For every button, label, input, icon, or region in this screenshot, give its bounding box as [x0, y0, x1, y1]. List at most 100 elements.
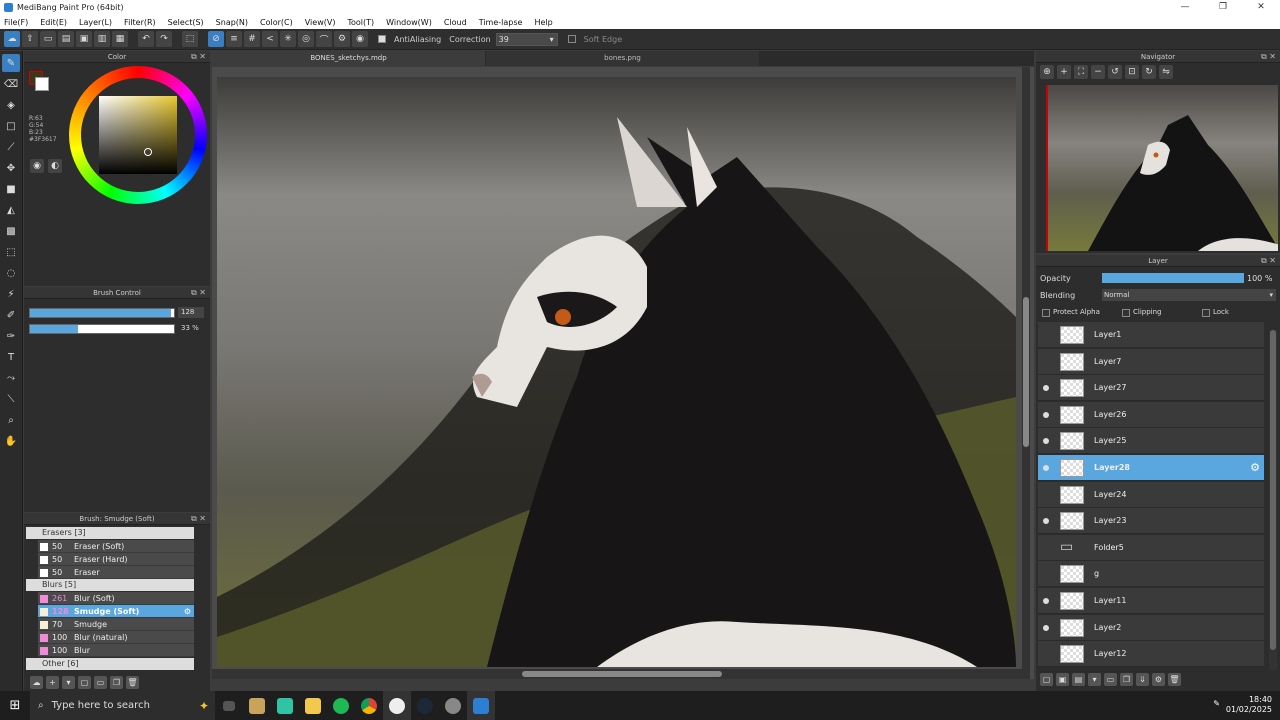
- brush-group-blurs[interactable]: Blurs [5]: [26, 579, 194, 591]
- spotify-icon[interactable]: [327, 691, 355, 720]
- color-mode-icon[interactable]: ◐: [48, 159, 62, 173]
- page-icon[interactable]: ▥: [94, 31, 110, 47]
- brush-size-value[interactable]: 128: [178, 307, 204, 318]
- undo-icon[interactable]: ↶: [138, 31, 154, 47]
- layer-row[interactable]: Layer25: [1038, 428, 1264, 455]
- brush-group-other[interactable]: Other [6]: [26, 658, 194, 670]
- new-layer-icon[interactable]: ▢: [1040, 673, 1053, 686]
- menu-filter[interactable]: Filter(R): [124, 18, 156, 27]
- tab-bones-png[interactable]: bones.png: [486, 51, 759, 66]
- gradient-icon[interactable]: ▩: [2, 222, 20, 240]
- blending-select[interactable]: Normal ▾: [1102, 289, 1276, 301]
- lock-checkbox[interactable]: [1202, 309, 1210, 317]
- flip-icon[interactable]: ⇋: [1159, 65, 1173, 79]
- steam-icon[interactable]: [411, 691, 439, 720]
- actual-size-icon[interactable]: ⛶: [1074, 65, 1088, 79]
- save-icon[interactable]: ▣: [76, 31, 92, 47]
- layer-row[interactable]: ▭ Folder5: [1038, 534, 1264, 561]
- grid-icon[interactable]: ▦: [112, 31, 128, 47]
- visibility-eye-icon[interactable]: [1043, 465, 1049, 471]
- visibility-eye-icon[interactable]: [1043, 518, 1049, 525]
- add-layer-menu-icon[interactable]: ▾: [1088, 673, 1101, 686]
- brush-tool-icon[interactable]: ✎: [2, 54, 20, 72]
- add-brush-icon[interactable]: +: [46, 675, 59, 689]
- move-tool-icon[interactable]: ✥: [2, 159, 20, 177]
- magic-wand-icon[interactable]: ⚡: [2, 285, 20, 303]
- navigator-preview[interactable]: [1046, 85, 1278, 251]
- visibility-eye-icon[interactable]: [1043, 385, 1049, 392]
- snap-parallel-icon[interactable]: ≡: [226, 31, 242, 47]
- eraser-tool-icon[interactable]: ⌫: [2, 75, 20, 93]
- select-eraser-icon[interactable]: ✑: [2, 327, 20, 345]
- new-8bit-layer-icon[interactable]: ▤: [1072, 673, 1085, 686]
- brush-item-selected[interactable]: 128 Smudge (Soft) ⚙: [38, 605, 194, 618]
- chrome-icon[interactable]: [355, 691, 383, 720]
- windows-start-icon[interactable]: ⊞: [0, 691, 30, 720]
- cloud-icon[interactable]: ☁: [4, 31, 20, 47]
- panel-close-icon[interactable]: ⧉ ✕: [1261, 51, 1276, 63]
- fill-rect-icon[interactable]: ■: [2, 180, 20, 198]
- taskbar-search[interactable]: ⌕ Type here to search ✦: [30, 691, 215, 720]
- app-icon-1[interactable]: [243, 691, 271, 720]
- layer-row[interactable]: Layer24: [1038, 481, 1264, 508]
- layer-row[interactable]: g: [1038, 561, 1264, 588]
- new-folder-icon[interactable]: ▭: [1104, 673, 1117, 686]
- layer-row[interactable]: Layer7: [1038, 348, 1264, 375]
- panel-icon[interactable]: ▤: [58, 31, 74, 47]
- brush-item[interactable]: 50 Eraser (Soft): [38, 540, 194, 553]
- snap-off-icon[interactable]: ⊘: [208, 31, 224, 47]
- background-color-swatch[interactable]: [35, 77, 49, 91]
- visibility-eye-icon[interactable]: [1043, 624, 1049, 631]
- text-tool-icon[interactable]: T: [2, 348, 20, 366]
- menu-snap[interactable]: Snap(N): [216, 18, 248, 27]
- snap-settings-icon[interactable]: ⚙: [334, 31, 350, 47]
- redo-icon[interactable]: ↷: [156, 31, 172, 47]
- app-icon-3[interactable]: [383, 691, 411, 720]
- canvas-area[interactable]: [212, 67, 1034, 679]
- tab-bones-sketchys[interactable]: BONES_sketchys.mdp: [212, 51, 485, 66]
- layer-settings-icon[interactable]: ⚙: [1152, 673, 1165, 686]
- brush-item[interactable]: 100 Blur: [38, 644, 194, 657]
- snap-curve-icon[interactable]: ⌒: [316, 31, 332, 47]
- menu-window[interactable]: Window(W): [386, 18, 432, 27]
- menu-edit[interactable]: Edit(E): [40, 18, 67, 27]
- copy-icon[interactable]: ❐: [110, 675, 123, 689]
- duplicate-brush-icon[interactable]: ▢: [78, 675, 91, 689]
- visibility-eye-icon[interactable]: [1043, 411, 1049, 418]
- menu-view[interactable]: View(V): [305, 18, 336, 27]
- brush-opacity-slider[interactable]: [29, 324, 175, 334]
- zoom-fit-icon[interactable]: ⊕: [1040, 65, 1054, 79]
- brush-opacity-value[interactable]: 33 %: [178, 323, 204, 334]
- menu-file[interactable]: File(F): [4, 18, 28, 27]
- brush-size-slider[interactable]: [29, 308, 175, 318]
- layer-row[interactable]: Layer26: [1038, 401, 1264, 428]
- dot-eraser-icon[interactable]: ◈: [2, 96, 20, 114]
- deselect-icon[interactable]: ⬚: [182, 31, 198, 47]
- panel-close-icon[interactable]: ⧉ ✕: [191, 513, 206, 525]
- menu-cloud[interactable]: Cloud: [444, 18, 467, 27]
- layer-row[interactable]: Layer12: [1038, 641, 1264, 668]
- layer-row[interactable]: Layer23: [1038, 508, 1264, 535]
- menu-layer[interactable]: Layer(L): [79, 18, 112, 27]
- brush-item[interactable]: 100 Blur (natural): [38, 631, 194, 644]
- hue-wheel[interactable]: [69, 66, 207, 204]
- panel-close-icon[interactable]: ⧉ ✕: [191, 287, 206, 299]
- correction-select[interactable]: 39 ▾: [495, 32, 558, 46]
- vertical-scroll-thumb[interactable]: [1023, 297, 1029, 447]
- brush-item[interactable]: 70 Smudge: [38, 618, 194, 631]
- menu-color[interactable]: Color(C): [260, 18, 293, 27]
- snap-vanish-icon[interactable]: <: [262, 31, 278, 47]
- panel-close-icon[interactable]: ⧉ ✕: [191, 51, 206, 63]
- line-tool-icon[interactable]: ⟋: [2, 138, 20, 156]
- layer-scroll-thumb[interactable]: [1270, 330, 1276, 650]
- task-view-icon[interactable]: [215, 691, 243, 720]
- palette-icon[interactable]: ◉: [30, 159, 44, 173]
- file-explorer-icon[interactable]: [299, 691, 327, 720]
- snap-circle-icon[interactable]: ◎: [298, 31, 314, 47]
- comment-icon[interactable]: ▭: [40, 31, 56, 47]
- panel-close-icon[interactable]: ⧉ ✕: [1261, 255, 1276, 267]
- close-button[interactable]: ✕: [1242, 0, 1280, 15]
- layer-opacity-slider[interactable]: [1102, 273, 1244, 283]
- soft-edge-checkbox[interactable]: [567, 35, 576, 43]
- menu-timelapse[interactable]: Time-lapse: [479, 18, 523, 27]
